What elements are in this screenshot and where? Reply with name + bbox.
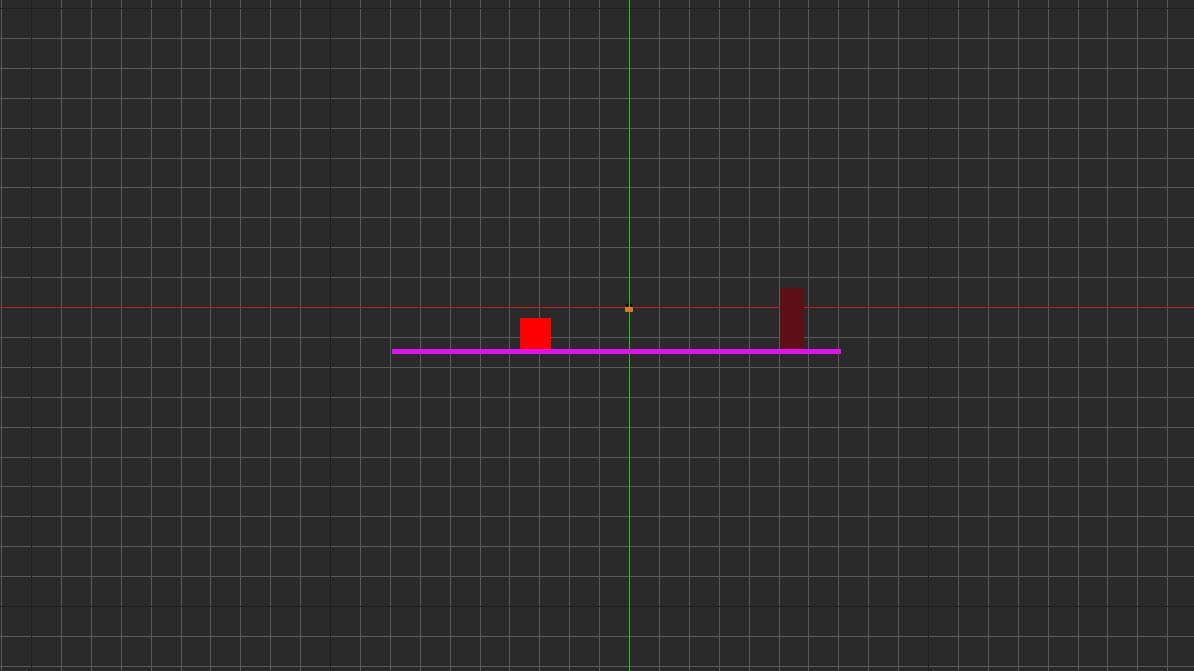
player-eye-right [629, 303, 633, 307]
goal-zone[interactable] [780, 288, 804, 349]
player-character[interactable] [624, 303, 634, 312]
game-viewport[interactable] [0, 0, 1194, 671]
platform[interactable] [392, 349, 841, 354]
enemy-block[interactable] [520, 318, 551, 349]
player-body [625, 307, 633, 312]
editor-grid [0, 0, 1194, 671]
player-eye-left [625, 303, 629, 307]
